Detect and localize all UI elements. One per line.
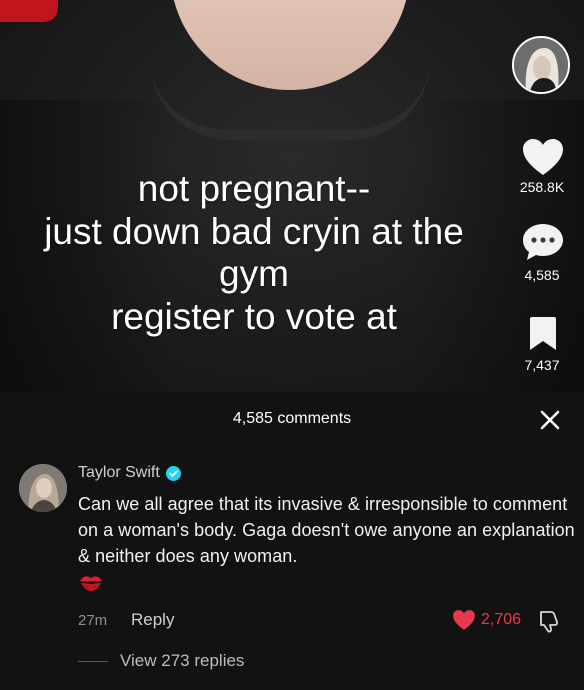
replies-divider — [78, 660, 108, 662]
comment-text: Can we all agree that its invasive & irr… — [78, 494, 575, 566]
liked-heart-icon — [453, 610, 475, 630]
comment-like-count: 2,706 — [481, 611, 522, 628]
creator-avatar[interactable] — [512, 36, 570, 94]
comment-author[interactable]: Taylor Swift — [78, 464, 181, 482]
commenter-avatar[interactable] — [19, 464, 67, 512]
comment-like-button[interactable]: 2,706 — [452, 609, 521, 631]
caption-line: gym — [219, 253, 289, 294]
background-object — [0, 0, 58, 22]
reply-button[interactable]: Reply — [131, 610, 174, 630]
like-count: 258.8K — [519, 179, 565, 195]
commenter-avatar-image — [19, 464, 67, 512]
view-replies-button[interactable]: View 273 replies — [78, 651, 244, 671]
kiss-mark-icon — [80, 576, 102, 591]
caption-line: register to vote at — [111, 295, 397, 337]
comment-time: 27m — [78, 612, 108, 629]
view-replies-label: View 273 replies — [120, 651, 245, 670]
comments-title: 4,585 comments — [232, 410, 352, 427]
dislike-icon[interactable] — [537, 608, 563, 634]
heart-icon[interactable] — [521, 137, 565, 177]
comment-count: 4,585 — [524, 267, 560, 283]
creator-avatar-image — [514, 38, 568, 92]
save-count: 7,437 — [524, 357, 560, 373]
video-player[interactable]: not pregnant-- just down bad cryin at th… — [0, 0, 584, 392]
comment-bubble-icon[interactable] — [521, 222, 565, 262]
caption-line: just down bad cryin at the — [44, 210, 464, 252]
verified-badge-icon — [165, 465, 181, 481]
bookmark-icon[interactable] — [526, 316, 560, 352]
video-caption: not pregnant-- just down bad cryin at th… — [0, 168, 524, 338]
close-icon[interactable] — [536, 406, 564, 434]
caption-line: not pregnant-- — [137, 168, 371, 209]
author-name: Taylor Swift — [78, 464, 160, 481]
